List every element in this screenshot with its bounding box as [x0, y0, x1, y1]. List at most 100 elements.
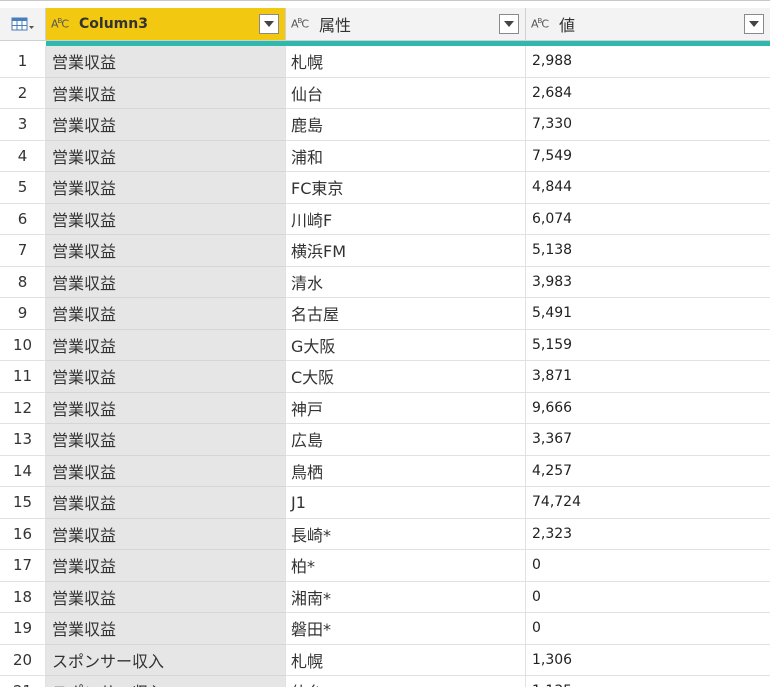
cell-attribute[interactable]: 磐田*: [286, 613, 526, 645]
table-row[interactable]: 16 営業収益 長崎* 2,323: [0, 518, 770, 550]
cell-value[interactable]: 3,871: [526, 361, 770, 393]
cell-column3[interactable]: 営業収益: [46, 109, 286, 141]
cell-value[interactable]: 0: [526, 582, 770, 613]
row-number[interactable]: 18: [0, 581, 46, 613]
cell-value[interactable]: 9,666: [526, 393, 770, 424]
row-number[interactable]: 21: [0, 676, 46, 687]
row-number[interactable]: 15: [0, 487, 46, 519]
row-number[interactable]: 20: [0, 644, 46, 676]
table-row[interactable]: 5 営業収益 FC東京 4,844: [0, 172, 770, 204]
text-type-icon[interactable]: ABC: [531, 17, 555, 31]
row-number[interactable]: 8: [0, 266, 46, 298]
cell-value[interactable]: 1,135: [526, 676, 770, 687]
cell-column3[interactable]: 営業収益: [46, 329, 286, 361]
row-number[interactable]: 13: [0, 424, 46, 456]
cell-attribute[interactable]: 札幌: [286, 644, 526, 676]
cell-column3[interactable]: 営業収益: [46, 424, 286, 456]
table-row[interactable]: 10 営業収益 G大阪 5,159: [0, 329, 770, 361]
row-number[interactable]: 3: [0, 109, 46, 141]
row-number[interactable]: 19: [0, 613, 46, 645]
cell-attribute[interactable]: G大阪: [286, 329, 526, 361]
cell-value[interactable]: 0: [526, 550, 770, 582]
cell-column3[interactable]: スポンサー収入: [46, 644, 286, 676]
cell-attribute[interactable]: 湘南*: [286, 581, 526, 613]
column-header-attribute[interactable]: ABC 属性: [286, 8, 526, 40]
cell-attribute[interactable]: 清水: [286, 266, 526, 298]
table-row[interactable]: 3 営業収益 鹿島 7,330: [0, 109, 770, 141]
cell-column3[interactable]: 営業収益: [46, 46, 286, 78]
table-row[interactable]: 8 営業収益 清水 3,983: [0, 266, 770, 298]
cell-attribute[interactable]: 浦和: [286, 140, 526, 172]
cell-value[interactable]: 7,549: [526, 141, 770, 172]
row-number[interactable]: 4: [0, 140, 46, 172]
cell-attribute[interactable]: 柏*: [286, 550, 526, 582]
text-type-icon[interactable]: ABC: [291, 17, 315, 31]
cell-value[interactable]: 4,844: [526, 172, 770, 204]
table-row[interactable]: 18 営業収益 湘南* 0: [0, 581, 770, 613]
cell-attribute[interactable]: 札幌: [286, 46, 526, 78]
cell-value[interactable]: 2,684: [526, 78, 770, 109]
cell-value[interactable]: 1,306: [526, 645, 770, 676]
row-number[interactable]: 14: [0, 455, 46, 487]
cell-column3[interactable]: 営業収益: [46, 487, 286, 519]
row-number[interactable]: 16: [0, 518, 46, 550]
cell-value[interactable]: 3,367: [526, 424, 770, 456]
table-row[interactable]: 13 営業収益 広島 3,367: [0, 424, 770, 456]
table-row[interactable]: 14 営業収益 鳥栖 4,257: [0, 455, 770, 487]
table-row[interactable]: 6 営業収益 川崎F 6,074: [0, 203, 770, 235]
cell-column3[interactable]: 営業収益: [46, 266, 286, 298]
cell-attribute[interactable]: 神戸: [286, 392, 526, 424]
cell-value[interactable]: 2,323: [526, 519, 770, 550]
row-number[interactable]: 1: [0, 46, 46, 78]
cell-column3[interactable]: 営業収益: [46, 581, 286, 613]
cell-column3[interactable]: 営業収益: [46, 203, 286, 235]
cell-attribute[interactable]: C大阪: [286, 361, 526, 393]
table-row[interactable]: 11 営業収益 C大阪 3,871: [0, 361, 770, 393]
cell-column3[interactable]: 営業収益: [46, 455, 286, 487]
cell-attribute[interactable]: 長崎*: [286, 518, 526, 550]
cell-value[interactable]: 3,983: [526, 267, 770, 298]
cell-column3[interactable]: 営業収益: [46, 235, 286, 267]
column-header-column3[interactable]: ABC Column3: [46, 8, 286, 40]
cell-value[interactable]: 7,330: [526, 109, 770, 141]
table-row[interactable]: 1 営業収益 札幌 2,988: [0, 46, 770, 78]
cell-column3[interactable]: 営業収益: [46, 550, 286, 582]
cell-value[interactable]: 2,988: [526, 46, 770, 78]
table-row[interactable]: 20 スポンサー収入 札幌 1,306: [0, 644, 770, 676]
cell-column3[interactable]: 営業収益: [46, 518, 286, 550]
table-row[interactable]: 17 営業収益 柏* 0: [0, 550, 770, 582]
cell-value[interactable]: 5,138: [526, 235, 770, 267]
cell-column3[interactable]: 営業収益: [46, 298, 286, 330]
row-number[interactable]: 6: [0, 203, 46, 235]
cell-column3[interactable]: 営業収益: [46, 77, 286, 109]
row-number[interactable]: 7: [0, 235, 46, 267]
cell-value[interactable]: 5,491: [526, 298, 770, 330]
row-number[interactable]: 9: [0, 298, 46, 330]
table-row[interactable]: 12 営業収益 神戸 9,666: [0, 392, 770, 424]
table-menu-button[interactable]: [0, 8, 46, 40]
cell-column3[interactable]: 営業収益: [46, 392, 286, 424]
cell-value[interactable]: 6,074: [526, 204, 770, 235]
column-header-value[interactable]: ABC 値: [526, 8, 770, 40]
cell-column3[interactable]: 営業収益: [46, 140, 286, 172]
cell-attribute[interactable]: J1: [286, 487, 526, 519]
row-number[interactable]: 11: [0, 361, 46, 393]
table-row[interactable]: 21スポンサー収入仙台1,135: [0, 676, 770, 687]
cell-attribute[interactable]: 仙台: [286, 676, 526, 687]
cell-attribute[interactable]: 鳥栖: [286, 455, 526, 487]
cell-column3[interactable]: スポンサー収入: [46, 676, 286, 687]
table-row[interactable]: 9 営業収益 名古屋 5,491: [0, 298, 770, 330]
cell-attribute[interactable]: 名古屋: [286, 298, 526, 330]
cell-attribute[interactable]: 川崎F: [286, 203, 526, 235]
row-number[interactable]: 2: [0, 77, 46, 109]
table-row[interactable]: 15 営業収益 J1 74,724: [0, 487, 770, 519]
column-filter-dropdown[interactable]: [499, 14, 519, 34]
row-number[interactable]: 10: [0, 329, 46, 361]
column-filter-dropdown[interactable]: [744, 14, 764, 34]
row-number[interactable]: 17: [0, 550, 46, 582]
row-number[interactable]: 5: [0, 172, 46, 204]
cell-column3[interactable]: 営業収益: [46, 361, 286, 393]
cell-value[interactable]: 74,724: [526, 487, 770, 519]
table-row[interactable]: 4 営業収益 浦和 7,549: [0, 140, 770, 172]
table-row[interactable]: 2 営業収益 仙台 2,684: [0, 77, 770, 109]
